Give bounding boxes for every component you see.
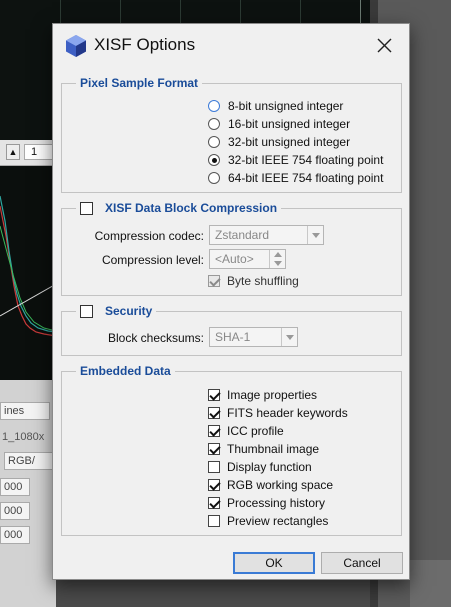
- radio-button[interactable]: [208, 100, 220, 112]
- bg-combo[interactable]: ines: [0, 402, 50, 420]
- radio-label: 64-bit IEEE 754 floating point: [228, 171, 384, 185]
- compression-codec-label: Compression codec:: [94, 229, 204, 243]
- byte-shuffling-label: Byte shuffling: [227, 274, 299, 288]
- dialog-title: XISF Options: [94, 35, 196, 54]
- chevron-down-icon: [281, 328, 297, 346]
- security-legend-label: Security: [105, 304, 153, 318]
- embed-thumbnail-image[interactable]: Thumbnail image: [208, 441, 319, 457]
- embed-fits-header-keywords[interactable]: FITS header keywords: [208, 405, 348, 421]
- checkbox-label: Display function: [227, 460, 312, 474]
- compression-level-label: Compression level:: [101, 253, 204, 267]
- checkbox-label: Processing history: [227, 496, 326, 510]
- compression-legend[interactable]: XISF Data Block Compression: [76, 201, 281, 215]
- toolbar-value-field[interactable]: 1: [24, 144, 54, 160]
- cancel-button[interactable]: Cancel: [321, 552, 403, 574]
- checkbox[interactable]: [208, 389, 220, 401]
- background-panel: ines 1_1080x RGB/ 000 000 000: [0, 380, 58, 607]
- checkbox-label: FITS header keywords: [227, 406, 348, 420]
- radio-button[interactable]: [208, 172, 220, 184]
- background-curve-plot: [0, 166, 56, 380]
- checkbox[interactable]: [208, 425, 220, 437]
- compression-level-value: <Auto>: [215, 252, 254, 266]
- title-bar[interactable]: XISF Options: [53, 24, 409, 68]
- embed-rgb-working-space[interactable]: RGB working space: [208, 477, 333, 493]
- security-checkbox[interactable]: [80, 304, 93, 318]
- radio-button[interactable]: [208, 118, 220, 130]
- embed-icc-profile[interactable]: ICC profile: [208, 423, 284, 439]
- security-legend[interactable]: Security: [76, 304, 156, 318]
- radio-label: 16-bit unsigned integer: [228, 117, 351, 131]
- radio-32bit-float[interactable]: 32-bit IEEE 754 floating point: [208, 152, 383, 168]
- embed-processing-history[interactable]: Processing history: [208, 495, 325, 511]
- byte-shuffling-checkbox[interactable]: [208, 275, 220, 287]
- radio-button[interactable]: [208, 154, 220, 166]
- compression-checkbox[interactable]: [80, 201, 93, 215]
- xisf-options-dialog: XISF Options Pixel Sample Format 8-bit u…: [52, 23, 410, 580]
- radio-label: 32-bit IEEE 754 floating point: [228, 153, 384, 167]
- compression-codec-value: Zstandard: [215, 228, 270, 242]
- embedded-data-legend: Embedded Data: [80, 364, 171, 378]
- radio-64bit-float[interactable]: 64-bit IEEE 754 floating point: [208, 170, 383, 186]
- checkbox-label: Thumbnail image: [227, 442, 320, 456]
- checkbox[interactable]: [208, 479, 220, 491]
- checkbox[interactable]: [208, 515, 220, 527]
- radio-button[interactable]: [208, 136, 220, 148]
- checkbox[interactable]: [208, 497, 220, 509]
- bg-field[interactable]: 000: [0, 478, 30, 496]
- compression-legend-label: XISF Data Block Compression: [105, 201, 278, 215]
- pixel-sample-format-legend: Pixel Sample Format: [80, 76, 199, 90]
- background-corner: [410, 560, 451, 607]
- embed-preview-rectangles[interactable]: Preview rectangles: [208, 513, 328, 529]
- embed-display-function[interactable]: Display function: [208, 459, 312, 475]
- bg-combo[interactable]: RGB/: [4, 452, 58, 470]
- radio-8bit-uint[interactable]: 8-bit unsigned integer: [208, 98, 343, 114]
- spin-arrows-icon[interactable]: [269, 250, 285, 268]
- checkbox-label: Preview rectangles: [227, 514, 329, 528]
- compression-level-spinner[interactable]: <Auto>: [209, 249, 286, 269]
- block-checksums-value: SHA-1: [215, 330, 251, 344]
- background-toolbar: ▲ 1: [0, 140, 56, 166]
- radio-label: 8-bit unsigned integer: [228, 99, 344, 113]
- byte-shuffling-option[interactable]: Byte shuffling: [208, 273, 299, 289]
- checkbox[interactable]: [208, 443, 220, 455]
- checkbox-label: ICC profile: [227, 424, 284, 438]
- app-icon: [66, 35, 86, 57]
- compression-codec-select[interactable]: Zstandard: [209, 225, 324, 245]
- checkbox[interactable]: [208, 407, 220, 419]
- bg-text: 1_1080x: [2, 431, 45, 443]
- checkbox[interactable]: [208, 461, 220, 473]
- block-checksums-select[interactable]: SHA-1: [209, 327, 298, 347]
- close-button[interactable]: [369, 32, 399, 60]
- radio-label: 32-bit unsigned integer: [228, 135, 351, 149]
- ok-button[interactable]: OK: [233, 552, 315, 574]
- chevron-down-icon: [307, 226, 323, 244]
- bg-field[interactable]: 000: [0, 526, 30, 544]
- checkbox-label: RGB working space: [227, 478, 334, 492]
- checkbox-label: Image properties: [227, 388, 318, 402]
- spin-button[interactable]: ▲: [6, 144, 20, 160]
- bg-field[interactable]: 000: [0, 502, 30, 520]
- radio-16bit-uint[interactable]: 16-bit unsigned integer: [208, 116, 350, 132]
- embed-image-properties[interactable]: Image properties: [208, 387, 317, 403]
- radio-32bit-uint[interactable]: 32-bit unsigned integer: [208, 134, 350, 150]
- block-checksums-label: Block checksums:: [107, 331, 204, 345]
- close-icon: [377, 38, 392, 53]
